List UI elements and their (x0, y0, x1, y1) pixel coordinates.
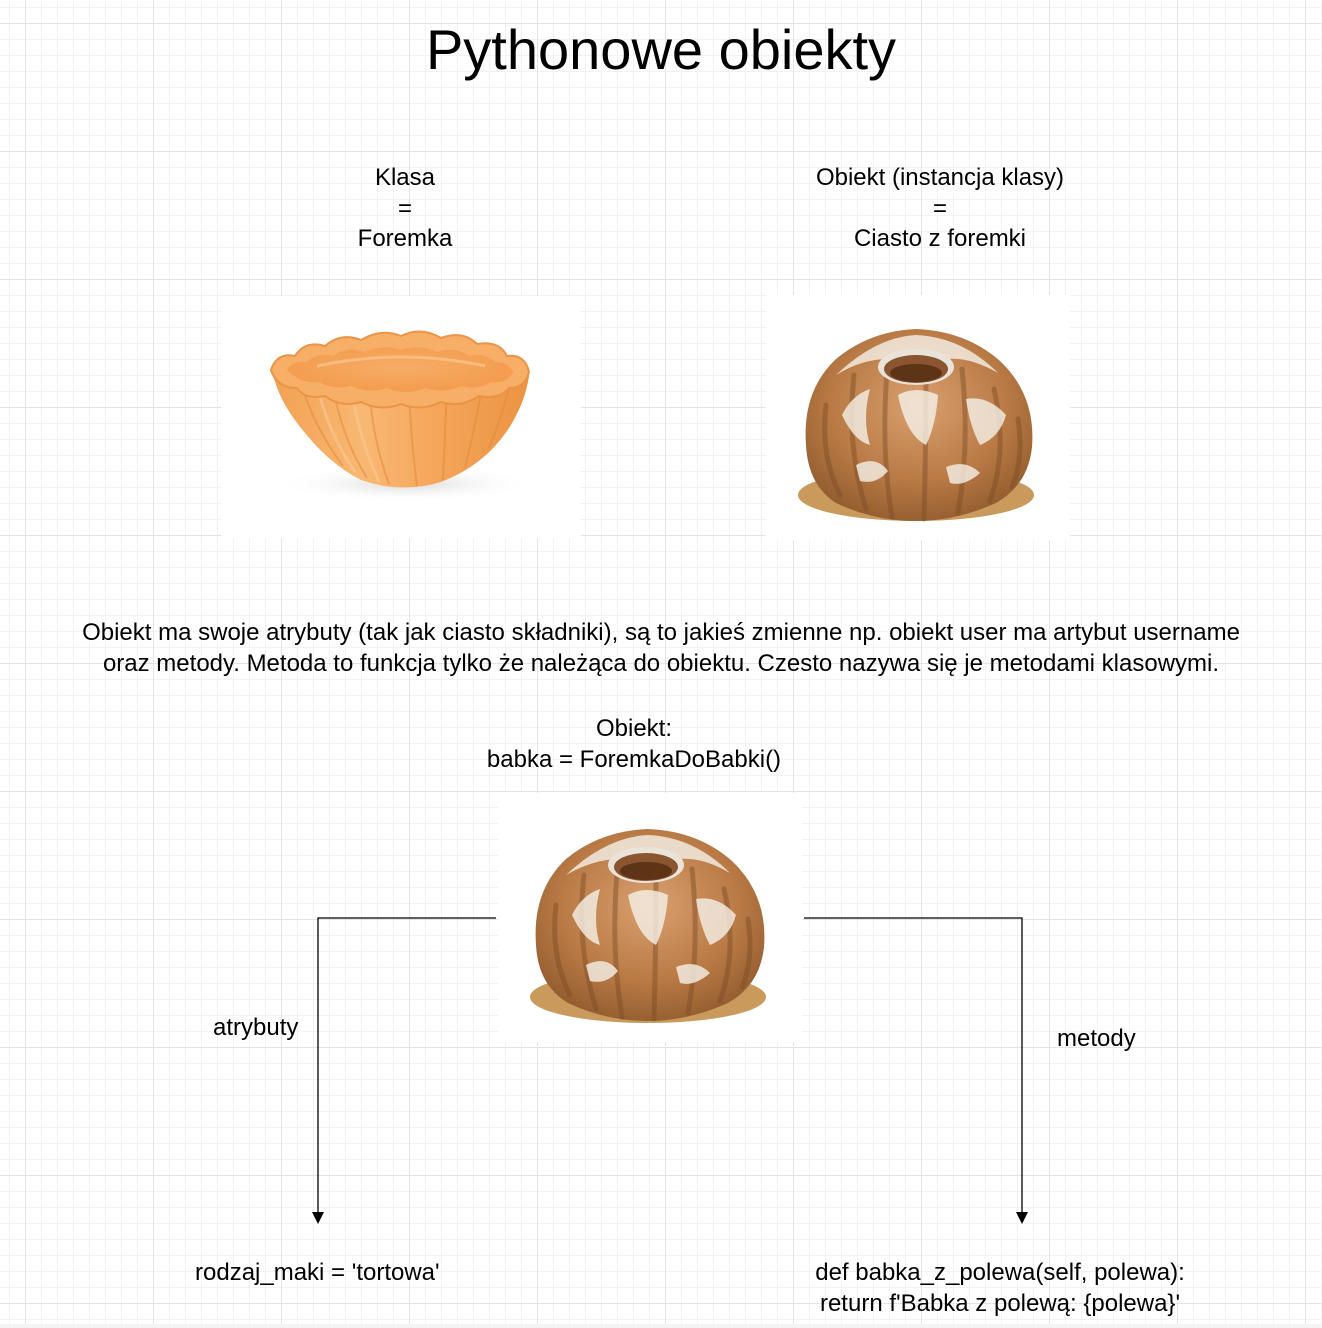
attributes-arrow (312, 917, 496, 1224)
method-example-signature: def babka_z_polewa(self, polewa): (815, 1259, 1185, 1286)
methods-arrow (804, 917, 1028, 1224)
page-bottom-edge (0, 1324, 1322, 1328)
attributes-label: atrybuty (213, 1014, 299, 1041)
connectors (312, 917, 1028, 1224)
methods-label: metody (1057, 1025, 1136, 1052)
method-example: def babka_z_polewa(self, polewa): return… (770, 1258, 1230, 1319)
attribute-example: rodzaj_maki = 'tortowa' (195, 1259, 440, 1286)
method-example-return: return f'Babka z polewą: {polewa}' (819, 1289, 1181, 1317)
